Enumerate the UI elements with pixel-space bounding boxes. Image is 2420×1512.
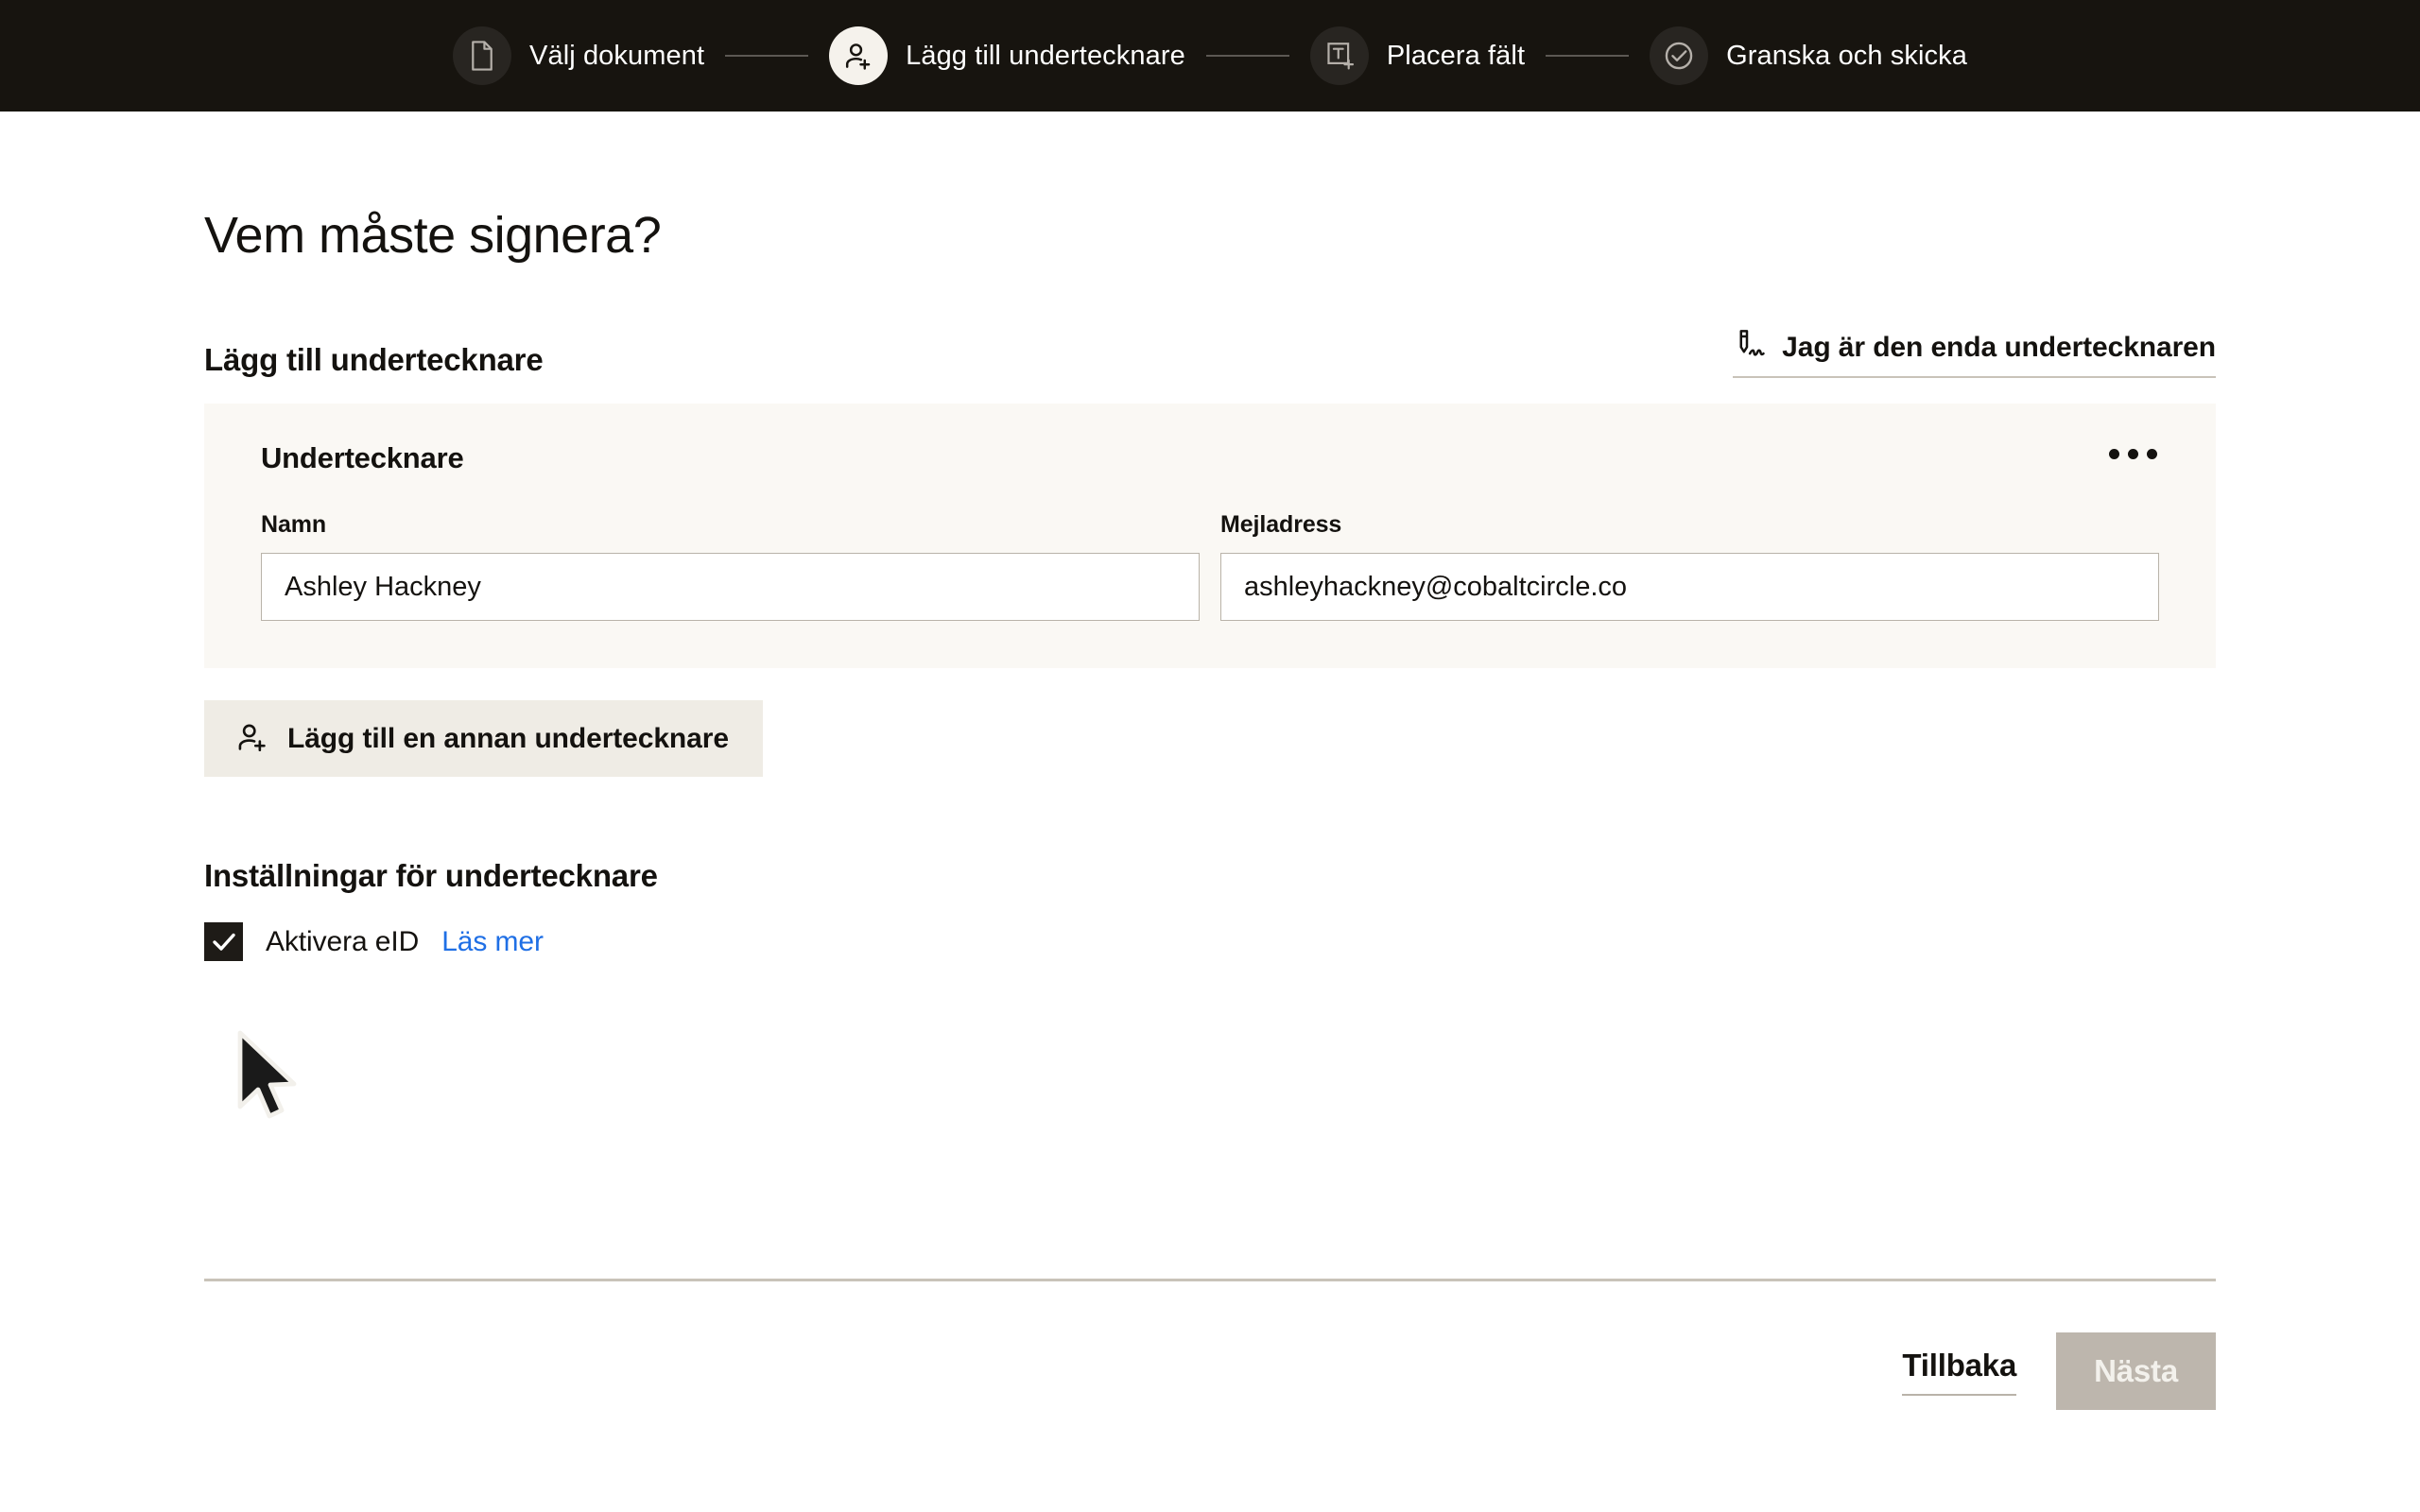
step-label: Granska och skicka bbox=[1726, 40, 1967, 71]
step-label: Placera fält bbox=[1386, 40, 1526, 71]
step-connector bbox=[725, 55, 809, 57]
mouse-cursor bbox=[236, 1030, 306, 1129]
text-field-icon bbox=[1309, 26, 1369, 85]
add-another-signer-label: Lägg till en annan undertecknare bbox=[287, 722, 729, 754]
step-label: Lägg till undertecknare bbox=[906, 40, 1185, 71]
signer-name-label: Namn bbox=[261, 511, 327, 539]
add-another-signer-button[interactable]: Lägg till en annan undertecknare bbox=[204, 700, 763, 778]
footer-divider bbox=[204, 1279, 2216, 1281]
document-icon bbox=[453, 26, 512, 85]
enable-eid-label: Aktivera eID bbox=[266, 925, 420, 957]
step-placera-falt[interactable]: Placera fält bbox=[1309, 26, 1526, 85]
step-connector bbox=[1546, 55, 1630, 57]
page-title: Vem måste signera? bbox=[204, 207, 662, 264]
main-content: Vem måste signera? Lägg till underteckna… bbox=[0, 207, 2420, 962]
more-options-icon[interactable] bbox=[2100, 439, 2167, 469]
signer-name-field-group: Namn bbox=[261, 511, 1200, 622]
signer-email-label: Mejladress bbox=[1220, 511, 1342, 539]
i-am-only-signer-button[interactable]: Jag är den enda undertecknaren bbox=[1733, 328, 2216, 379]
step-valj-dokument[interactable]: Välj dokument bbox=[453, 26, 704, 85]
signer-email-input[interactable] bbox=[1220, 553, 2159, 622]
back-button[interactable]: Tillbaka bbox=[1902, 1348, 2016, 1396]
signer-fields-row: Namn Mejladress bbox=[261, 511, 2159, 622]
signer-email-field-group: Mejladress bbox=[1220, 511, 2159, 622]
footer-actions: Tillbaka Nästa bbox=[204, 1332, 2216, 1410]
step-granska-och-skicka[interactable]: Granska och skicka bbox=[1650, 26, 1967, 85]
eid-setting-row: Aktivera eID Läs mer bbox=[204, 922, 2216, 962]
next-button[interactable]: Nästa bbox=[2056, 1332, 2216, 1410]
signature-pen-icon bbox=[1733, 328, 1771, 367]
step-label: Välj dokument bbox=[529, 40, 705, 71]
signer-card: Undertecknare Namn Mejladress bbox=[204, 404, 2216, 669]
enable-eid-checkbox[interactable] bbox=[204, 922, 243, 962]
i-am-only-signer-label: Jag är den enda undertecknaren bbox=[1782, 331, 2216, 363]
stepper-steps: Välj dokument Lägg till undertecknare Pl… bbox=[453, 26, 1967, 85]
signer-name-input[interactable] bbox=[261, 553, 1200, 622]
step-lagg-till-undertecknare[interactable]: Lägg till undertecknare bbox=[829, 26, 1185, 85]
person-add-icon bbox=[829, 26, 889, 85]
section-header-row: Lägg till undertecknare Jag är den enda … bbox=[204, 328, 2216, 379]
dot bbox=[2128, 449, 2138, 460]
dot bbox=[2147, 449, 2157, 460]
check-circle-icon bbox=[1650, 26, 1709, 85]
stepper-bar: Välj dokument Lägg till undertecknare Pl… bbox=[0, 0, 2420, 112]
step-connector bbox=[1205, 55, 1289, 57]
section-title-add-signer: Lägg till undertecknare bbox=[204, 342, 544, 378]
read-more-link[interactable]: Läs mer bbox=[441, 926, 544, 958]
settings-title: Inställningar för undertecknare bbox=[204, 858, 658, 894]
footer: Tillbaka Nästa bbox=[204, 1279, 2216, 1410]
person-add-icon bbox=[236, 721, 268, 756]
dot bbox=[2109, 449, 2119, 460]
signer-card-title: Undertecknare bbox=[261, 441, 464, 475]
